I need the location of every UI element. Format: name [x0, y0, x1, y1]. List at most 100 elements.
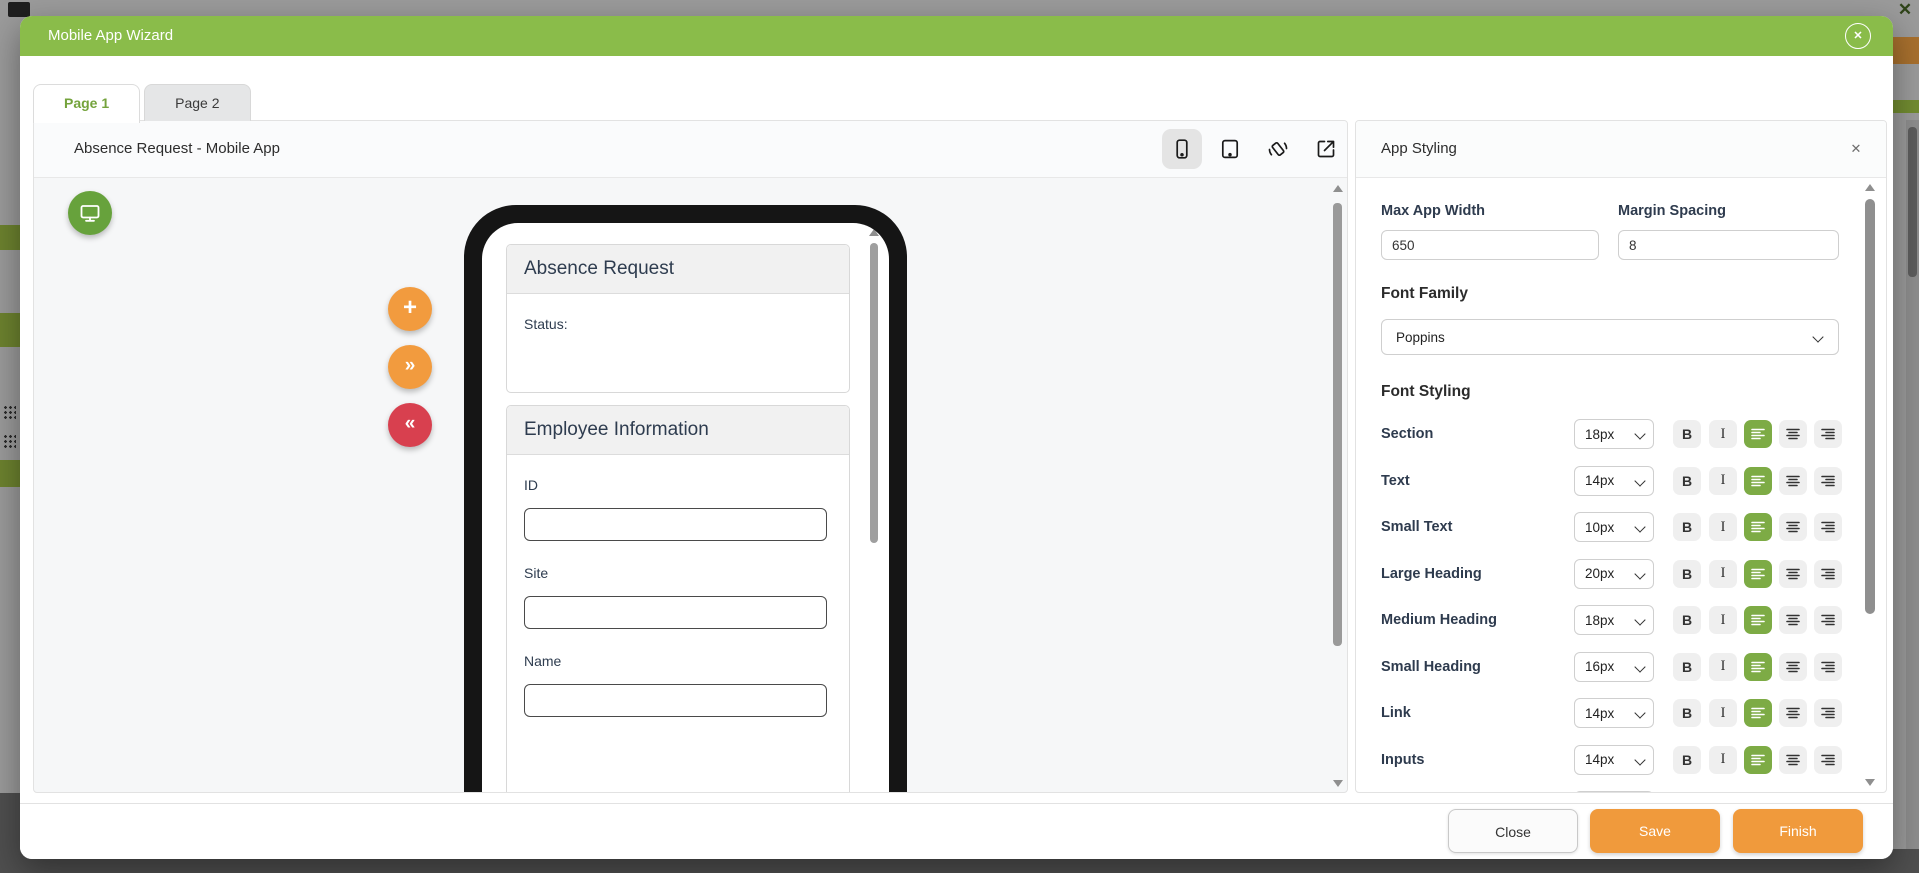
employee-information-card[interactable]: Employee Information ID Site Name [506, 405, 850, 792]
close-button[interactable]: Close [1448, 809, 1578, 853]
row-label: Small Text [1381, 519, 1453, 535]
align-right-icon [1821, 568, 1835, 579]
align-right-button[interactable] [1814, 420, 1842, 448]
bold-button[interactable]: B [1673, 699, 1701, 727]
align-right-button[interactable] [1814, 559, 1842, 588]
canvas-title: Absence Request - Mobile App [74, 140, 280, 157]
add-element-button[interactable]: + [388, 287, 432, 331]
align-left-button[interactable] [1744, 699, 1772, 727]
panel-scroll-up-arrow[interactable] [1865, 184, 1875, 191]
phone-scroll-up-arrow[interactable] [869, 229, 879, 236]
dialog-close-button[interactable]: ✕ [1845, 23, 1871, 49]
bold-button[interactable]: B [1673, 513, 1701, 541]
font-size-select[interactable]: 18px [1574, 419, 1654, 449]
italic-button[interactable]: I [1709, 513, 1737, 541]
rotate-device-button[interactable] [1258, 129, 1298, 169]
align-left-button[interactable] [1744, 420, 1772, 448]
max-app-width-input[interactable] [1381, 230, 1599, 260]
font-size-select[interactable]: 16px [1574, 651, 1654, 682]
screen: ✕ Mobile App Wizard ✕ Page 1 Page 2 Abse… [0, 0, 1919, 873]
align-center-button[interactable] [1779, 745, 1807, 774]
canvas-scroll-down-arrow[interactable] [1333, 780, 1343, 787]
margin-spacing-label: Margin Spacing [1618, 203, 1726, 219]
italic-button[interactable]: I [1709, 652, 1737, 681]
canvas-scroll-up-arrow[interactable] [1333, 185, 1343, 192]
name-field[interactable] [524, 684, 827, 717]
italic-button[interactable]: I [1709, 420, 1737, 448]
row-label: Link [1381, 705, 1411, 721]
align-left-icon [1751, 428, 1765, 440]
font-size-select[interactable]: 10px [1574, 512, 1654, 542]
align-left-button[interactable] [1744, 606, 1772, 634]
align-center-button[interactable] [1779, 606, 1807, 634]
margin-spacing-input[interactable] [1618, 230, 1839, 260]
font-size-value: 20px [1585, 566, 1615, 581]
bold-button[interactable]: B [1673, 745, 1701, 774]
finish-button[interactable]: Finish [1733, 809, 1863, 853]
font-size-select[interactable]: 20px [1574, 558, 1654, 589]
font-size-select[interactable] [1574, 791, 1654, 792]
font-size-select[interactable]: 14px [1574, 744, 1654, 775]
font-size-select[interactable]: 18px [1574, 605, 1654, 635]
align-right-button[interactable] [1814, 792, 1842, 793]
bold-button[interactable] [1673, 792, 1701, 793]
align-center-button[interactable] [1779, 699, 1807, 727]
italic-button[interactable] [1709, 792, 1737, 793]
font-size-select[interactable]: 14px [1574, 698, 1654, 728]
tab-page-1[interactable]: Page 1 [33, 84, 141, 123]
row-label: Text [1381, 472, 1410, 489]
panel-close-icon[interactable]: ✕ [1848, 141, 1864, 157]
align-left-button[interactable] [1744, 559, 1772, 588]
align-left-button[interactable] [1744, 745, 1772, 774]
id-field[interactable] [524, 508, 827, 541]
absence-request-card[interactable]: Absence Request Status: [506, 244, 850, 393]
bold-button[interactable]: B [1673, 606, 1701, 634]
page-scrollbar-thumb[interactable] [1908, 127, 1917, 277]
open-external-icon [1317, 140, 1335, 158]
align-left-icon [1751, 661, 1765, 672]
canvas-scrollbar-thumb[interactable] [1333, 203, 1342, 646]
align-center-button[interactable] [1779, 559, 1807, 588]
phone-scrollbar-thumb[interactable] [870, 243, 878, 543]
move-back-button[interactable]: « [388, 403, 432, 447]
align-center-button[interactable] [1779, 420, 1807, 448]
tab-page-2[interactable]: Page 2 [144, 84, 251, 121]
desktop-preview-button[interactable] [68, 191, 112, 235]
italic-button[interactable]: I [1709, 606, 1737, 634]
font-family-select[interactable]: Poppins [1381, 319, 1839, 355]
align-left-button[interactable] [1744, 792, 1772, 793]
tablet-preview-button[interactable] [1210, 129, 1250, 169]
align-center-button[interactable] [1779, 466, 1807, 495]
align-center-button[interactable] [1779, 792, 1807, 793]
bold-button[interactable]: B [1673, 420, 1701, 448]
align-right-button[interactable] [1814, 652, 1842, 681]
align-right-button[interactable] [1814, 745, 1842, 774]
align-right-button[interactable] [1814, 699, 1842, 727]
move-forward-button[interactable]: » [388, 345, 432, 389]
font-size-select[interactable]: 14px [1574, 465, 1654, 496]
align-left-icon [1751, 707, 1765, 719]
bold-button[interactable]: B [1673, 559, 1701, 588]
page-close-icon[interactable]: ✕ [1893, 0, 1917, 20]
align-right-button[interactable] [1814, 513, 1842, 541]
align-center-button[interactable] [1779, 513, 1807, 541]
italic-button[interactable]: I [1709, 466, 1737, 495]
save-button[interactable]: Save [1590, 809, 1720, 853]
site-field[interactable] [524, 596, 827, 629]
align-right-button[interactable] [1814, 466, 1842, 495]
italic-button[interactable]: I [1709, 699, 1737, 727]
align-left-button[interactable] [1744, 513, 1772, 541]
panel-scrollbar-thumb[interactable] [1865, 199, 1875, 614]
italic-button[interactable]: I [1709, 745, 1737, 774]
card-section-title: Absence Request [507, 245, 849, 294]
phone-preview-button[interactable] [1162, 129, 1202, 169]
align-right-button[interactable] [1814, 606, 1842, 634]
align-left-button[interactable] [1744, 466, 1772, 495]
bold-button[interactable]: B [1673, 466, 1701, 495]
italic-button[interactable]: I [1709, 559, 1737, 588]
panel-scroll-down-arrow[interactable] [1865, 779, 1875, 786]
align-center-button[interactable] [1779, 652, 1807, 681]
open-external-button[interactable] [1306, 129, 1346, 169]
bold-button[interactable]: B [1673, 652, 1701, 681]
align-left-button[interactable] [1744, 652, 1772, 681]
